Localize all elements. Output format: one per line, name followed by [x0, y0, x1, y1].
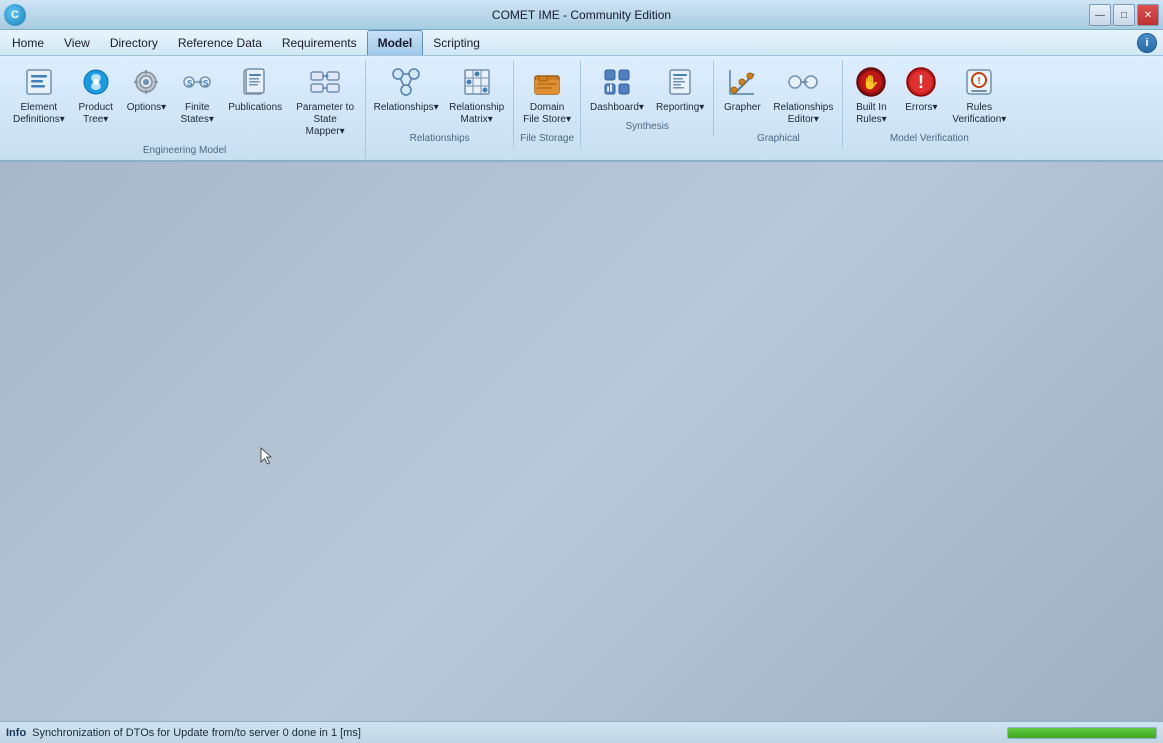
title-bar: C COMET IME - Community Edition — □ ✕	[0, 0, 1163, 30]
rules-verification-button[interactable]: ! RulesVerification▾	[947, 60, 1011, 130]
ribbon-group-synthesis-items: Dashboard▾ Reporting▾	[585, 60, 709, 118]
relationships-label: Relationships▾	[374, 102, 439, 114]
ribbon-group-items: ElementDefinitions▾ ProductTree▾	[8, 60, 361, 142]
menu-scripting[interactable]: Scripting	[423, 30, 490, 55]
relationships-icon	[388, 64, 424, 100]
reporting-label: Reporting▾	[656, 102, 704, 114]
product-tree-label: ProductTree▾	[78, 102, 112, 126]
group-label-model-verification: Model Verification	[890, 133, 969, 146]
status-progress-fill	[1008, 728, 1156, 738]
dashboard-label: Dashboard▾	[590, 102, 644, 114]
publications-label: Publications	[228, 102, 282, 114]
ribbon-group-rel-items: Relationships▾ Relationship	[370, 60, 509, 130]
window-title: COMET IME - Community Edition	[492, 8, 671, 22]
grapher-button[interactable]: Grapher	[718, 60, 766, 118]
reporting-icon	[662, 64, 698, 100]
ribbon-group-verif-items: ✋ Built InRules▾ ! Errors▾	[847, 60, 1011, 130]
element-def-icon	[21, 64, 57, 100]
group-label-relationships: Relationships	[410, 133, 470, 146]
errors-label: Errors▾	[905, 102, 937, 114]
status-label: Info	[6, 727, 26, 739]
product-tree-icon	[78, 64, 114, 100]
grapher-label: Grapher	[724, 102, 761, 114]
errors-icon: !	[903, 64, 939, 100]
file-store-label: DomainFile Store▾	[523, 102, 571, 126]
group-label-synthesis: Synthesis	[625, 121, 668, 134]
group-label-file-storage: File Storage	[520, 133, 574, 146]
finite-states-label: FiniteStates▾	[181, 102, 214, 126]
ribbon-group-engineering-model: ElementDefinitions▾ ProductTree▾	[4, 60, 366, 160]
product-tree-button[interactable]: ProductTree▾	[72, 60, 120, 130]
window-controls: — □ ✕	[1089, 4, 1159, 26]
options-button[interactable]: Options▾	[122, 60, 171, 118]
param-mapper-label: Parameter toState Mapper▾	[294, 102, 356, 138]
param-mapper-button[interactable]: Parameter toState Mapper▾	[289, 60, 361, 142]
element-definitions-button[interactable]: ElementDefinitions▾	[8, 60, 70, 130]
info-button[interactable]: i	[1137, 33, 1157, 53]
finite-states-button[interactable]: S S FiniteStates▾	[173, 60, 221, 130]
domain-file-store-button[interactable]: DomainFile Store▾	[518, 60, 576, 130]
publications-button[interactable]: Publications	[223, 60, 287, 118]
group-label-engineering-model: Engineering Model	[143, 145, 226, 158]
menu-requirements[interactable]: Requirements	[272, 30, 367, 55]
svg-text:S: S	[203, 79, 209, 88]
menu-right-area: i	[1137, 33, 1163, 53]
dashboard-button[interactable]: Dashboard▾	[585, 60, 649, 118]
ribbon: ElementDefinitions▾ ProductTree▾	[0, 56, 1163, 162]
rel-matrix-button[interactable]: RelationshipMatrix▾	[444, 60, 509, 130]
menu-directory[interactable]: Directory	[100, 30, 168, 55]
element-def-label: ElementDefinitions▾	[13, 102, 65, 126]
svg-text:✋: ✋	[863, 74, 880, 90]
menu-reference-data[interactable]: Reference Data	[168, 30, 272, 55]
svg-text:!: !	[918, 72, 924, 92]
reporting-button[interactable]: Reporting▾	[651, 60, 709, 118]
menu-view[interactable]: View	[54, 30, 100, 55]
built-in-rules-button[interactable]: ✋ Built InRules▾	[847, 60, 895, 130]
status-message: Synchronization of DTOs for Update from/…	[32, 727, 361, 739]
dashboard-icon	[599, 64, 635, 100]
ribbon-group-graphical-items: Grapher RelationshipsEditor▾	[718, 60, 838, 130]
ribbon-group-file-items: DomainFile Store▾	[518, 60, 576, 130]
rel-editor-icon	[785, 64, 821, 100]
menu-bar: Home View Directory Reference Data Requi…	[0, 30, 1163, 56]
param-mapper-icon	[307, 64, 343, 100]
status-bar: Info Synchronization of DTOs for Update …	[0, 721, 1163, 743]
errors-button[interactable]: ! Errors▾	[897, 60, 945, 118]
relationships-button[interactable]: Relationships▾	[370, 60, 442, 118]
svg-text:!: !	[978, 76, 981, 87]
group-label-graphical: Graphical	[757, 133, 800, 146]
grapher-icon	[724, 64, 760, 100]
publications-icon	[237, 64, 273, 100]
minimize-button[interactable]: —	[1089, 4, 1111, 26]
options-label: Options▾	[127, 102, 166, 114]
status-progress-bar-container	[1007, 727, 1157, 739]
rel-editor-label: RelationshipsEditor▾	[773, 102, 833, 126]
ribbon-group-file-storage: DomainFile Store▾ File Storage	[514, 60, 581, 148]
rel-matrix-label: RelationshipMatrix▾	[449, 102, 504, 126]
app-logo: C	[4, 4, 26, 26]
main-content-area	[0, 162, 1163, 721]
rel-editor-button[interactable]: RelationshipsEditor▾	[768, 60, 838, 130]
built-in-rules-label: Built InRules▾	[856, 102, 887, 126]
ribbon-group-model-verification: ✋ Built InRules▾ ! Errors▾	[843, 60, 1015, 148]
rules-verification-icon: !	[961, 64, 997, 100]
mouse-cursor	[260, 447, 272, 465]
built-in-rules-icon: ✋	[853, 64, 889, 100]
menu-model[interactable]: Model	[367, 30, 424, 55]
maximize-button[interactable]: □	[1113, 4, 1135, 26]
ribbon-group-relationships: Relationships▾ Relationship	[366, 60, 514, 148]
file-store-icon	[529, 64, 565, 100]
ribbon-group-synthesis: Dashboard▾ Reporting▾ Synthesis	[581, 60, 714, 136]
ribbon-group-graphical: Grapher RelationshipsEditor▾ Graphical	[714, 60, 843, 148]
rel-matrix-icon	[459, 64, 495, 100]
finite-states-icon: S S	[179, 64, 215, 100]
menu-home[interactable]: Home	[2, 30, 54, 55]
options-icon	[128, 64, 164, 100]
svg-text:S: S	[187, 79, 193, 88]
close-button[interactable]: ✕	[1137, 4, 1159, 26]
rules-verification-label: RulesVerification▾	[952, 102, 1006, 126]
